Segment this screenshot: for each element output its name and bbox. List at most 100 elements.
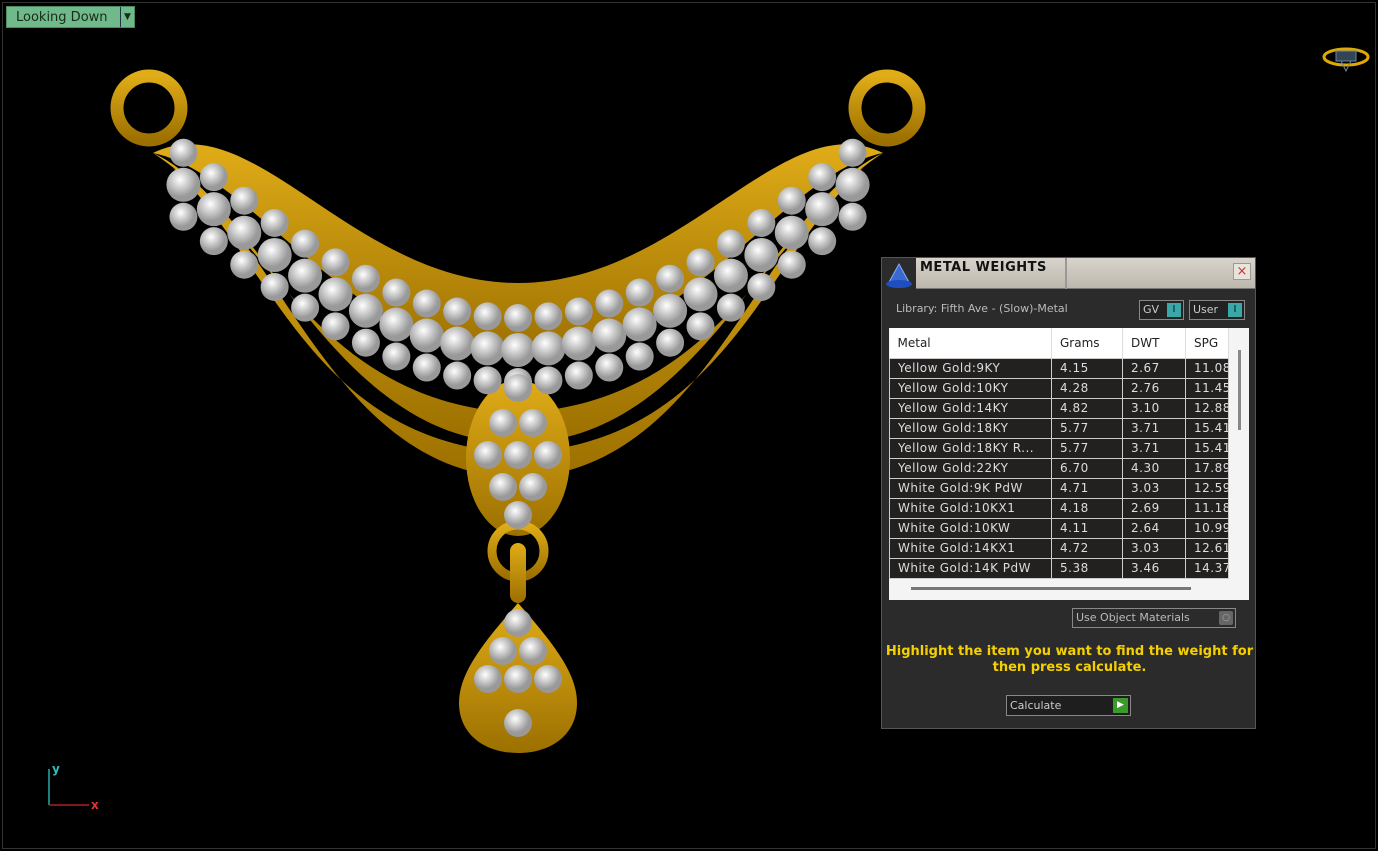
cell-dwt: 3.46 bbox=[1122, 557, 1186, 579]
cell-dwt: 2.64 bbox=[1122, 517, 1186, 539]
user-label: User bbox=[1193, 303, 1219, 316]
diamond-gem bbox=[227, 215, 262, 250]
diamond-gem bbox=[473, 302, 502, 331]
use-object-materials-label: Use Object Materials bbox=[1076, 611, 1190, 624]
diamond-gem bbox=[716, 229, 745, 258]
diamond-gem bbox=[199, 163, 228, 192]
cell-metal: White Gold:10KX1 bbox=[889, 497, 1052, 519]
axis-y-label: y bbox=[52, 762, 60, 776]
cell-spg: 15.41 bbox=[1185, 417, 1229, 439]
diamond-gem bbox=[625, 342, 654, 371]
cell-grams: 6.70 bbox=[1051, 457, 1123, 479]
diamond-gem bbox=[622, 307, 657, 342]
cell-metal: White Gold:14K PdW bbox=[889, 557, 1052, 579]
vertical-scrollbar[interactable] bbox=[1238, 350, 1241, 430]
table-row[interactable]: White Gold:9K PdW 4.71 3.03 12.59 bbox=[889, 477, 1229, 499]
diamond-gem bbox=[713, 258, 748, 293]
diamond-gem bbox=[348, 293, 383, 328]
diamond-gem bbox=[379, 307, 414, 342]
diamond-gem bbox=[166, 167, 201, 202]
diamond-gem bbox=[470, 331, 505, 366]
diamond-gem bbox=[351, 264, 380, 293]
diamond-gem bbox=[257, 238, 292, 272]
col-grams[interactable]: Grams bbox=[1051, 328, 1123, 358]
title-divider bbox=[1065, 258, 1067, 289]
cell-grams: 4.15 bbox=[1051, 357, 1123, 379]
diamond-gem bbox=[744, 238, 779, 272]
diamond-gem bbox=[321, 248, 350, 277]
table-row[interactable]: White Gold:10KX1 4.18 2.69 11.18 bbox=[889, 497, 1229, 519]
view-selector-dropdown[interactable]: Looking Down ▼ bbox=[6, 6, 135, 28]
play-arrow-icon: ▶ bbox=[1113, 698, 1128, 713]
table-row[interactable]: Yellow Gold:18KY 5.77 3.71 15.41 bbox=[889, 417, 1229, 439]
cell-spg: 12.59 bbox=[1185, 477, 1229, 499]
use-object-materials-toggle[interactable]: Use Object Materials ○ bbox=[1072, 608, 1236, 628]
metal-weights-panel: METAL WEIGHTS × Library: Fifth Ave - (Sl… bbox=[881, 257, 1256, 729]
diamond-gem bbox=[489, 473, 517, 501]
table-row[interactable]: White Gold:14K PdW 5.38 3.46 14.37 bbox=[889, 557, 1229, 579]
diamond-gem bbox=[504, 665, 532, 693]
navigation-compass-icon[interactable] bbox=[1321, 43, 1371, 73]
diamond-gem bbox=[199, 227, 228, 256]
diamond-gem bbox=[838, 202, 867, 231]
diamond-gem bbox=[531, 331, 566, 366]
horizontal-scrollbar[interactable] bbox=[911, 587, 1191, 590]
table-row[interactable]: Yellow Gold:18KY R... 5.77 3.71 15.41 bbox=[889, 437, 1229, 459]
diamond-gem bbox=[534, 665, 562, 693]
diamond-gem bbox=[196, 192, 231, 227]
diamond-gem bbox=[805, 192, 840, 227]
diamond-gem bbox=[519, 637, 547, 665]
diamond-gem bbox=[230, 250, 259, 279]
diamond-gem bbox=[774, 215, 809, 250]
close-icon[interactable]: × bbox=[1233, 263, 1251, 280]
table-row[interactable]: Yellow Gold:9KY 4.15 2.67 11.08 bbox=[889, 357, 1229, 379]
cell-dwt: 3.10 bbox=[1122, 397, 1186, 419]
diamond-gem bbox=[519, 473, 547, 501]
scale-logo-icon bbox=[882, 258, 916, 289]
diamond-gem bbox=[504, 609, 532, 637]
cell-spg: 17.89 bbox=[1185, 457, 1229, 479]
panel-titlebar[interactable]: METAL WEIGHTS × bbox=[882, 258, 1255, 289]
diamond-gem bbox=[318, 277, 353, 312]
metal-table: Metal Grams DWT SPG Yellow Gold:9KY 4.15 2… bbox=[889, 328, 1249, 600]
diamond-gem bbox=[808, 227, 837, 256]
cell-spg: 11.18 bbox=[1185, 497, 1229, 519]
table-row[interactable]: Yellow Gold:10KY 4.28 2.76 11.45 bbox=[889, 377, 1229, 399]
cell-dwt: 2.69 bbox=[1122, 497, 1186, 519]
diamond-gem bbox=[473, 366, 502, 395]
cell-spg: 10.99 bbox=[1185, 517, 1229, 539]
table-row[interactable]: White Gold:10KW 4.11 2.64 10.99 bbox=[889, 517, 1229, 539]
diamond-gem bbox=[382, 342, 411, 371]
diamond-gem bbox=[519, 409, 547, 437]
col-spg[interactable]: SPG bbox=[1185, 328, 1229, 358]
calculate-button[interactable]: Calculate ▶ bbox=[1006, 695, 1131, 716]
table-row[interactable]: White Gold:14KX1 4.72 3.03 12.61 bbox=[889, 537, 1229, 559]
diamond-gem bbox=[592, 318, 627, 353]
diamond-gem bbox=[504, 304, 532, 332]
toggle-knob-icon: I bbox=[1167, 303, 1181, 317]
diamond-gem bbox=[504, 501, 532, 529]
library-label: Library: Fifth Ave - (Slow)-Metal bbox=[896, 302, 1068, 315]
diamond-gem bbox=[747, 273, 776, 301]
diamond-gem bbox=[625, 278, 654, 307]
diamond-gem bbox=[564, 361, 593, 390]
diamond-gem bbox=[351, 328, 380, 357]
table-row[interactable]: Yellow Gold:14KY 4.82 3.10 12.88 bbox=[889, 397, 1229, 419]
gv-toggle[interactable]: GV I bbox=[1139, 300, 1184, 320]
diamond-gem bbox=[808, 163, 837, 192]
diamond-gem bbox=[288, 258, 323, 293]
cell-dwt: 3.03 bbox=[1122, 477, 1186, 499]
diamond-gem bbox=[534, 441, 562, 469]
diamond-gem bbox=[260, 273, 289, 301]
col-dwt[interactable]: DWT bbox=[1122, 328, 1186, 358]
user-toggle[interactable]: User I bbox=[1189, 300, 1245, 320]
cell-grams: 4.71 bbox=[1051, 477, 1123, 499]
diamond-gem bbox=[653, 293, 688, 328]
diamond-gem bbox=[504, 374, 532, 402]
table-row[interactable]: Yellow Gold:22KY 6.70 4.30 17.89 bbox=[889, 457, 1229, 479]
diamond-gem bbox=[412, 289, 441, 318]
cell-grams: 4.82 bbox=[1051, 397, 1123, 419]
cell-grams: 4.72 bbox=[1051, 537, 1123, 559]
diamond-gem bbox=[777, 250, 806, 279]
col-metal[interactable]: Metal bbox=[889, 328, 1052, 358]
